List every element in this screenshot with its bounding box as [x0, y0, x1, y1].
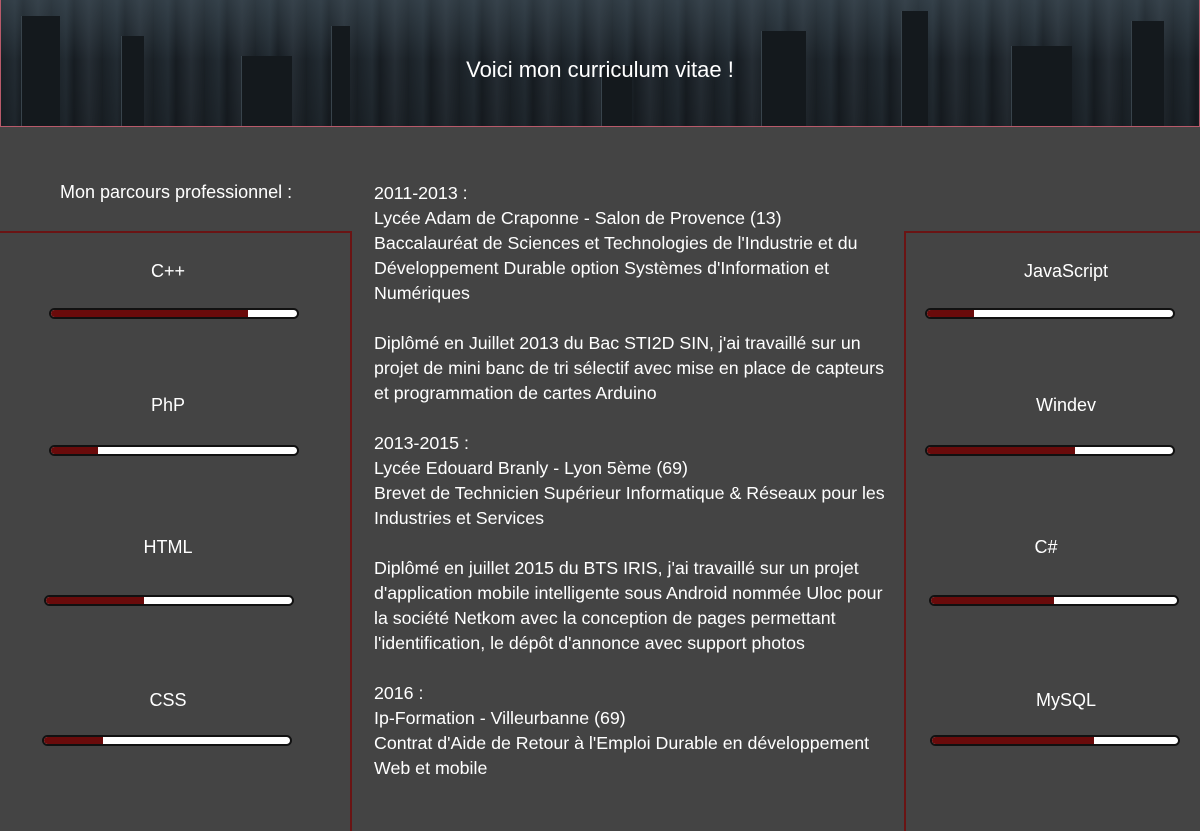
timeline-degree: Contrat d'Aide de Retour à l'Emploi Dura… [374, 733, 870, 778]
skill-bar [925, 308, 1175, 319]
skill-label: Windev [1035, 395, 1097, 415]
header-banner: Voici mon curriculum vitae ! [0, 0, 1200, 127]
skill-label: HTML [143, 537, 193, 557]
timeline-degree: Baccalauréat de Sciences et Technologies… [374, 233, 858, 303]
page-title: Voici mon curriculum vitae ! [466, 57, 734, 82]
skill-label: C++ [150, 261, 186, 281]
career-timeline: 2011-2013 : Lycée Adam de Craponne - Sal… [374, 181, 899, 806]
skill-bar-fill [51, 447, 98, 454]
timeline-description: Diplômé en Juillet 2013 du Bac STI2D SIN… [374, 331, 899, 406]
skill-bar [929, 595, 1179, 606]
skill-label: CSS [149, 690, 187, 710]
timeline-description-text: Diplômé en juillet 2015 du BTS IRIS, j'a… [374, 558, 883, 653]
skill-label: PhP [150, 395, 186, 415]
skill-bar-fill [931, 597, 1054, 604]
timeline-period: 2011-2013 : [374, 183, 468, 203]
timeline-description-text: Diplômé en Juillet 2013 du Bac STI2D SIN… [374, 333, 884, 403]
skill-bar [925, 445, 1175, 456]
section-title: Mon parcours professionnel : [60, 182, 293, 202]
timeline-degree: Brevet de Technicien Supérieur Informati… [374, 483, 885, 528]
skill-bar [42, 735, 292, 746]
skill-bar-fill [44, 737, 104, 744]
timeline-school: Lycée Adam de Craponne - Salon de Proven… [374, 208, 782, 228]
skill-bar-fill [51, 310, 248, 317]
skill-bar [49, 308, 299, 319]
timeline-entry: 2011-2013 : Lycée Adam de Craponne - Sal… [374, 181, 899, 306]
skill-label: C# [1034, 537, 1058, 557]
timeline-school: Lycée Edouard Branly - Lyon 5ème (69) [374, 458, 688, 478]
skill-bar-fill [927, 447, 1075, 454]
timeline-description: Diplômé en juillet 2015 du BTS IRIS, j'a… [374, 556, 899, 656]
timeline-period: 2013-2015 : [374, 433, 469, 453]
skill-bar-fill [46, 597, 145, 604]
skill-label: JavaScript [1023, 261, 1109, 281]
skill-label: MySQL [1035, 690, 1096, 710]
skill-bar-fill [927, 310, 974, 317]
timeline-period: 2016 : [374, 683, 424, 703]
timeline-entry: 2016 : Ip-Formation - Villeurbanne (69) … [374, 681, 899, 781]
skill-bar [49, 445, 299, 456]
skill-bar-fill [932, 737, 1095, 744]
timeline-entry: 2013-2015 : Lycée Edouard Branly - Lyon … [374, 431, 899, 531]
skill-bar [930, 735, 1180, 746]
timeline-school: Ip-Formation - Villeurbanne (69) [374, 708, 626, 728]
skill-bar [44, 595, 294, 606]
